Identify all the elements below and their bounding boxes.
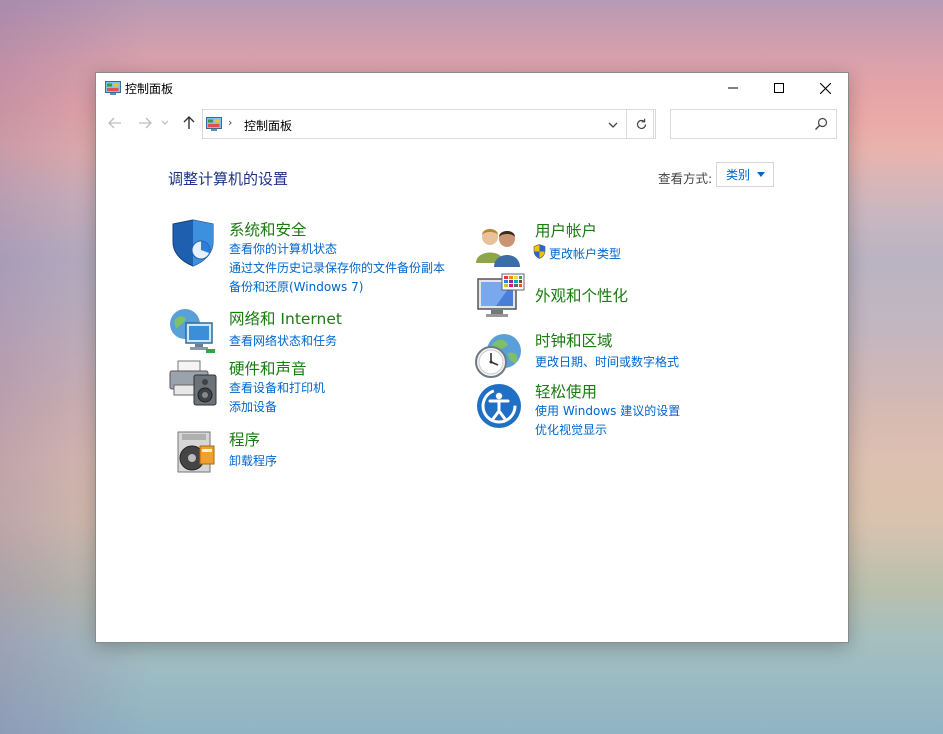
control-panel-window: 控制面板 › 控制面板 调整计算机的设置 查看方式: 类别 系统和安全 查看你的…	[95, 72, 849, 643]
title-bar[interactable]: 控制面板	[96, 73, 848, 103]
link-file-history[interactable]: 通过文件历史记录保存你的文件备份副本	[229, 259, 445, 276]
view-by-label: 查看方式:	[658, 171, 713, 186]
link-devices-printers[interactable]: 查看设备和打印机	[229, 379, 325, 396]
navigation-bar: › 控制面板	[96, 103, 848, 143]
up-button[interactable]	[180, 113, 198, 133]
printer-speaker-icon	[169, 360, 217, 406]
refresh-icon	[636, 118, 646, 129]
uac-shield-icon	[533, 244, 546, 259]
category-title-user-accounts[interactable]: 用户帐户	[535, 219, 597, 241]
breadcrumb-separator[interactable]: ›	[228, 116, 232, 129]
minimize-icon	[728, 87, 738, 89]
view-by-dropdown[interactable]: 类别	[716, 162, 774, 187]
breadcrumb-control-panel[interactable]: 控制面板	[244, 117, 292, 134]
chevron-down-icon[interactable]	[606, 118, 620, 132]
close-icon	[819, 82, 831, 94]
monitor-palette-icon	[477, 273, 525, 317]
category-title-hardware-sound[interactable]: 硬件和声音	[229, 357, 307, 379]
link-optimize-visual-display[interactable]: 优化视觉显示	[535, 421, 607, 438]
view-by-value: 类别	[726, 168, 751, 182]
chevron-down-icon	[161, 120, 169, 125]
network-globe-icon	[170, 309, 215, 353]
link-view-computer-status[interactable]: 查看你的计算机状态	[229, 240, 337, 257]
maximize-icon	[774, 83, 784, 93]
programs-disc-icon	[177, 431, 215, 473]
forward-button[interactable]	[136, 113, 154, 133]
back-arrow-icon	[108, 117, 121, 129]
up-arrow-icon	[183, 116, 195, 129]
search-icon	[815, 117, 828, 130]
link-change-account-type[interactable]: 更改帐户类型	[549, 245, 621, 262]
users-icon	[476, 229, 520, 267]
link-windows-recommended-settings[interactable]: 使用 Windows 建议的设置	[535, 402, 680, 419]
refresh-button[interactable]	[626, 109, 656, 139]
recent-locations-button[interactable]	[160, 113, 170, 133]
address-bar[interactable]: › 控制面板	[202, 109, 654, 139]
accessibility-icon	[477, 384, 521, 428]
close-button[interactable]	[802, 73, 848, 103]
link-network-status[interactable]: 查看网络状态和任务	[229, 332, 337, 349]
link-change-date-time-format[interactable]: 更改日期、时间或数字格式	[535, 353, 679, 370]
forward-arrow-icon	[139, 117, 152, 129]
maximize-button[interactable]	[756, 73, 802, 103]
category-title-clock-region[interactable]: 时钟和区域	[535, 329, 613, 351]
page-heading: 调整计算机的设置	[168, 170, 289, 188]
link-add-device[interactable]: 添加设备	[229, 398, 277, 415]
caret-down-icon	[757, 172, 766, 177]
back-button[interactable]	[106, 113, 124, 133]
category-title-programs[interactable]: 程序	[229, 428, 260, 450]
category-title-appearance[interactable]: 外观和个性化	[535, 284, 628, 306]
category-title-network-internet[interactable]: 网络和 Internet	[229, 307, 342, 329]
shield-icon	[172, 219, 214, 267]
category-title-system-security[interactable]: 系统和安全	[229, 218, 307, 240]
link-backup-restore[interactable]: 备份和还原(Windows 7)	[229, 278, 363, 295]
search-input[interactable]	[670, 109, 837, 139]
control-panel-icon	[105, 81, 121, 95]
minimize-button[interactable]	[710, 73, 756, 103]
clock-globe-icon	[475, 334, 521, 378]
control-panel-icon	[206, 117, 222, 131]
link-uninstall-program[interactable]: 卸载程序	[229, 452, 277, 469]
window-title: 控制面板	[125, 82, 174, 96]
category-title-ease-of-access[interactable]: 轻松使用	[535, 380, 597, 402]
